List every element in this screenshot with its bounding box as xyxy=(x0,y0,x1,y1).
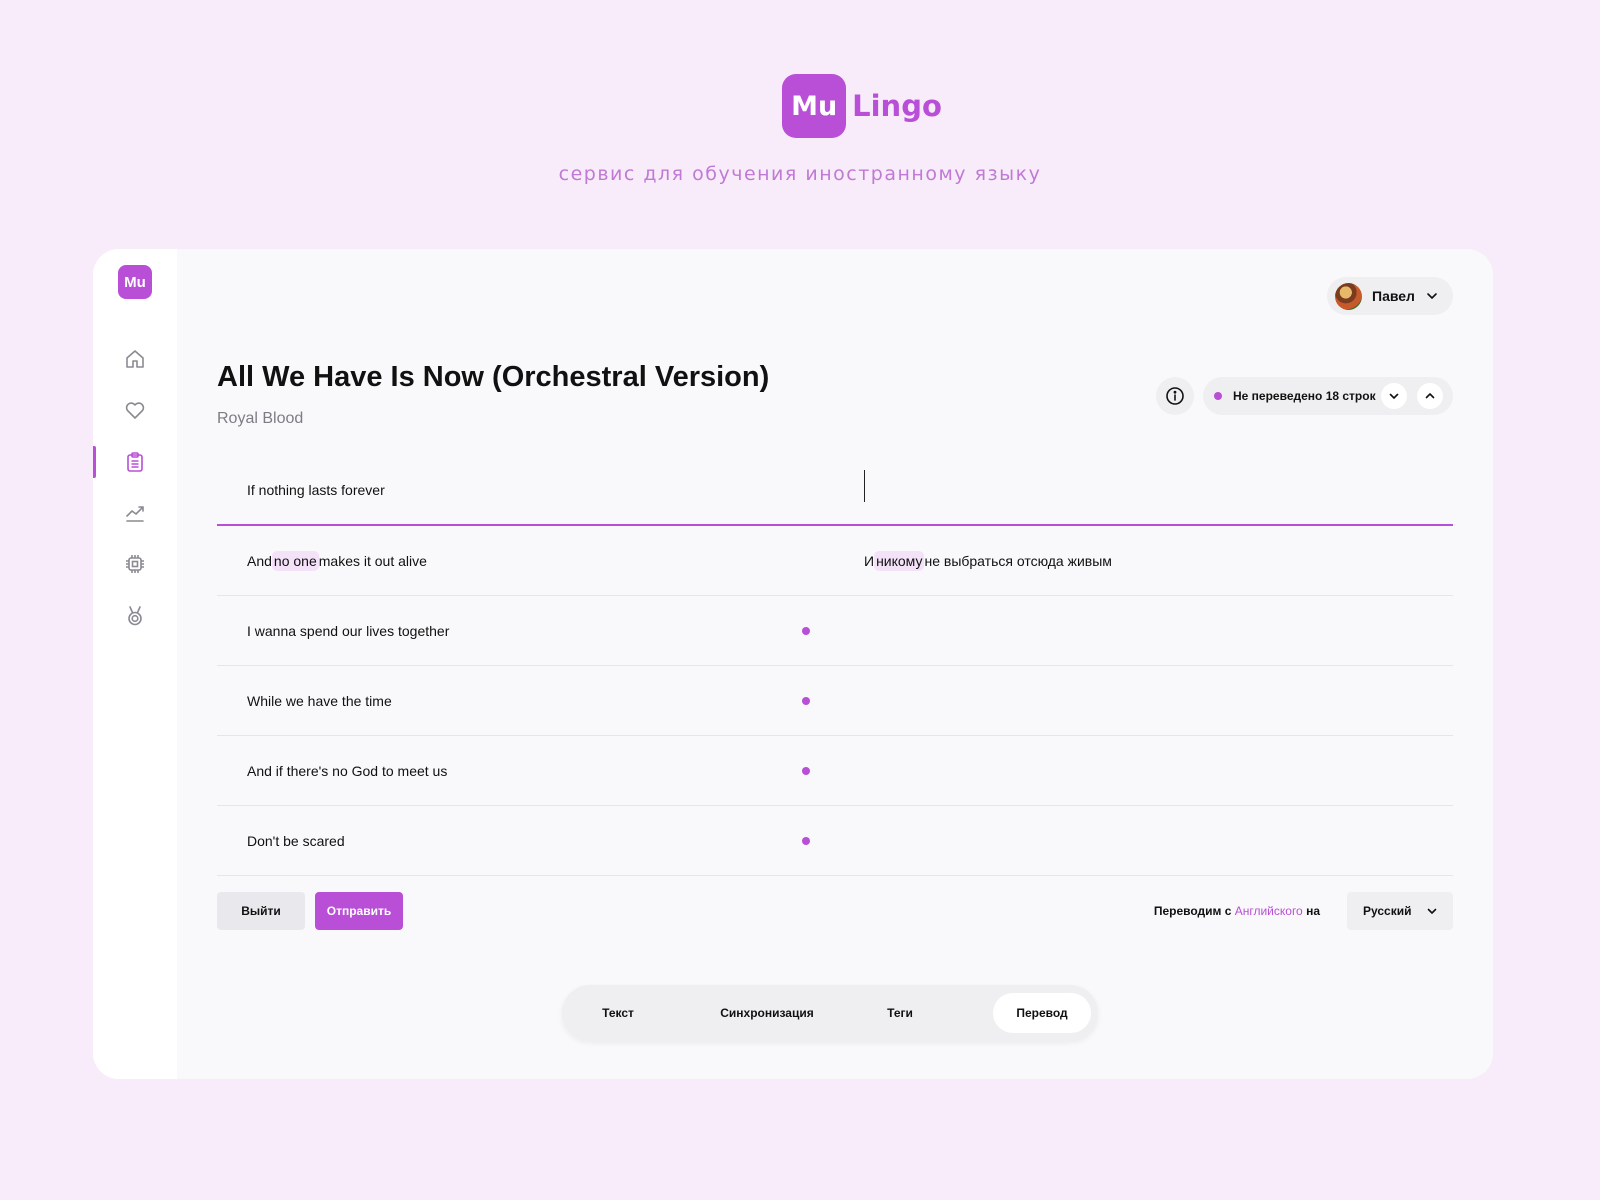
chevron-down-icon xyxy=(1427,293,1437,299)
original-line: Don't be scared xyxy=(247,832,345,849)
chevron-up-icon xyxy=(1425,393,1435,399)
highlighted-phrase[interactable]: no one xyxy=(271,550,319,571)
table-row[interactable]: And no one makes it out alive И никому н… xyxy=(217,526,1453,596)
clipboard-icon xyxy=(127,452,143,472)
sidebar-item-stats[interactable] xyxy=(93,493,177,533)
original-text: makes it out alive xyxy=(318,552,427,569)
exit-button[interactable]: Выйти xyxy=(217,892,305,930)
prev-untranslated-button[interactable] xyxy=(1417,383,1443,409)
original-line: And if there's no God to meet us xyxy=(247,762,448,779)
original-line: And no one makes it out alive xyxy=(247,526,427,595)
avatar xyxy=(1335,282,1362,310)
untranslated-dot xyxy=(802,767,810,775)
table-row[interactable]: Don't be scared xyxy=(217,806,1453,876)
main-content: Павел All We Have Is Now (Orchestral Ver… xyxy=(177,249,1493,1079)
page-title: All We Have Is Now (Orchestral Version) xyxy=(217,361,770,393)
table-row[interactable]: If nothing lasts forever xyxy=(217,456,1453,526)
untranslated-count-label: Не переведено 18 строк xyxy=(1233,389,1376,403)
translated-line[interactable]: И никому не выбраться отсюда живым xyxy=(864,526,1112,595)
brand-tagline: сервис для обучения иностранному языку xyxy=(558,163,1042,185)
translation-table: If nothing lasts forever And no one make… xyxy=(217,456,1453,876)
sidebar-logo[interactable]: Mu xyxy=(118,265,152,299)
chevron-down-icon xyxy=(1427,908,1436,914)
tab-sync[interactable]: Синхронизация xyxy=(702,993,832,1033)
language-prefix: Переводим с xyxy=(1153,904,1235,918)
tab-tags[interactable]: Теги xyxy=(852,993,948,1033)
app-window: Mu Павел All We Have Is Now (Orchestral … xyxy=(93,249,1493,1079)
translation-text: не выбраться отсюда живым xyxy=(924,552,1112,569)
untranslated-dot xyxy=(802,627,810,635)
tab-translation[interactable]: Перевод xyxy=(993,993,1091,1033)
original-line: While we have the time xyxy=(247,692,392,709)
original-line: If nothing lasts forever xyxy=(247,482,385,498)
table-row[interactable]: I wanna spend our lives together xyxy=(217,596,1453,666)
user-name: Павел xyxy=(1372,288,1415,304)
table-row[interactable]: And if there's no God to meet us xyxy=(217,736,1453,806)
translation-input-caret[interactable] xyxy=(864,470,865,502)
home-icon xyxy=(126,350,144,368)
medal-icon xyxy=(128,606,142,626)
sidebar-item-ai[interactable] xyxy=(93,544,177,584)
brand-logo-badge: Mu xyxy=(782,74,847,138)
sidebar: Mu xyxy=(93,249,177,1079)
chip-icon xyxy=(126,555,144,573)
heart-icon xyxy=(125,402,145,419)
translation-text: И xyxy=(864,552,875,569)
original-text: And xyxy=(247,552,272,569)
highlighted-phrase[interactable]: никому xyxy=(874,550,925,571)
language-direction: Переводим с Английского на xyxy=(1154,892,1320,930)
untranslated-status: Не переведено 18 строк xyxy=(1203,377,1453,415)
send-button[interactable]: Отправить xyxy=(315,892,403,930)
sidebar-item-home[interactable] xyxy=(93,339,177,379)
trending-chart-icon xyxy=(126,506,144,522)
target-language-value: Русский xyxy=(1363,904,1412,918)
source-language-link[interactable]: Английского xyxy=(1235,904,1303,918)
next-untranslated-button[interactable] xyxy=(1381,383,1407,409)
brand-logo-name: Lingo xyxy=(852,89,942,123)
mode-tabs: Текст Синхронизация Теги Перевод xyxy=(562,985,1098,1041)
sidebar-item-achievements[interactable] xyxy=(93,596,177,636)
untranslated-dot xyxy=(802,837,810,845)
tab-text[interactable]: Текст xyxy=(570,993,666,1033)
info-button[interactable] xyxy=(1156,377,1194,415)
original-line: I wanna spend our lives together xyxy=(247,622,450,639)
untranslated-dot xyxy=(802,697,810,705)
song-artist: Royal Blood xyxy=(217,410,304,427)
chevron-down-icon xyxy=(1389,393,1399,399)
user-menu[interactable]: Павел xyxy=(1327,277,1453,315)
target-language-select[interactable]: Русский xyxy=(1347,892,1453,930)
brand-header: Mu Lingo xyxy=(0,74,1600,138)
sidebar-item-favorites[interactable] xyxy=(93,390,177,430)
info-icon xyxy=(1166,387,1184,405)
language-suffix: на xyxy=(1302,904,1320,918)
table-row[interactable]: While we have the time xyxy=(217,666,1453,736)
sidebar-item-lyrics[interactable] xyxy=(93,442,177,482)
status-dot xyxy=(1214,392,1222,400)
